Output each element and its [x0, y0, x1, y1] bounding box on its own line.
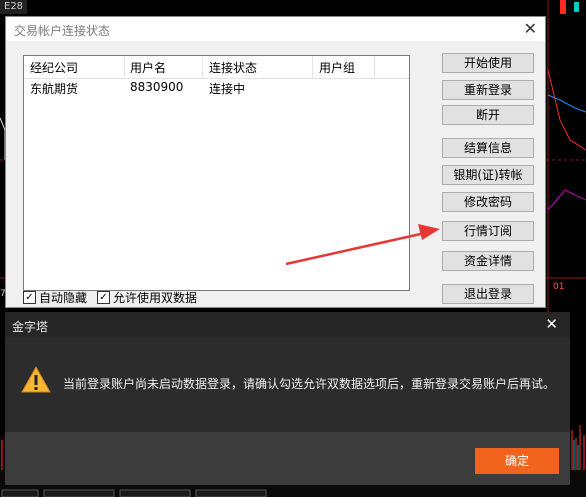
cell-broker: 东航期货	[30, 82, 79, 96]
dialog-titlebar: 交易帐户连接状态 ✕	[6, 17, 545, 41]
checkbox-check-icon: ✓	[23, 291, 36, 304]
checkbox-check-icon: ✓	[97, 291, 110, 304]
start-button[interactable]: 开始使用	[442, 53, 534, 73]
column-header-group[interactable]: 用户组	[319, 59, 355, 76]
close-icon[interactable]: ✕	[524, 19, 537, 38]
column-divider[interactable]	[124, 56, 125, 78]
market-subscription-button[interactable]: 行情订阅	[442, 221, 534, 241]
dual-data-checkbox[interactable]: ✓ 允许使用双数据	[97, 289, 197, 306]
close-icon[interactable]: ✕	[545, 315, 558, 333]
fund-details-button[interactable]: 资金详情	[442, 251, 534, 271]
warning-icon	[21, 365, 51, 393]
column-header-status[interactable]: 连接状态	[209, 59, 257, 76]
column-divider[interactable]	[312, 56, 313, 78]
chart-tag-right: 01	[553, 282, 565, 292]
table-header: 经纪公司 用户名 连接状态 用户组	[24, 56, 409, 79]
dialog-title: 交易帐户连接状态	[14, 24, 111, 38]
message-body: 当前登录账户尚未启动数据登录，请确认勾选允许双数据选项后，重新登录交易账户后再试…	[5, 338, 570, 432]
message-dialog: 金字塔 ✕ 当前登录账户尚未启动数据登录，请确认勾选允许双数据选项后，重新登录交…	[5, 312, 570, 485]
table-row[interactable]: 东航期货 8830900 连接中	[24, 79, 409, 97]
change-password-button[interactable]: 修改密码	[442, 192, 534, 212]
message-text: 当前登录账户尚未启动数据登录，请确认勾选允许双数据选项后，重新登录交易账户后再试…	[63, 377, 556, 391]
auto-hide-label: 自动隐藏	[39, 291, 88, 305]
relogin-button[interactable]: 重新登录	[442, 80, 534, 100]
dual-data-label: 允许使用双数据	[113, 291, 198, 305]
cell-status: 连接中	[209, 82, 246, 96]
bank-transfer-button[interactable]: 银期(证)转帐	[442, 165, 534, 185]
column-header-username[interactable]: 用户名	[130, 59, 166, 76]
disconnect-button[interactable]: 断开	[442, 105, 534, 125]
auto-hide-checkbox[interactable]: ✓ 自动隐藏	[23, 289, 87, 306]
account-connection-dialog: 交易帐户连接状态 ✕ 经纪公司 用户名 连接状态 用户组 东航期货 883090…	[5, 16, 546, 308]
cell-username: 8830900	[130, 80, 184, 94]
settlement-info-button[interactable]: 结算信息	[442, 138, 534, 158]
account-table: 经纪公司 用户名 连接状态 用户组 东航期货 8830900 连接中	[23, 55, 410, 291]
message-title: 金字塔	[12, 320, 49, 334]
column-header-broker[interactable]: 经纪公司	[30, 59, 78, 76]
logout-button[interactable]: 退出登录	[442, 284, 534, 304]
column-divider[interactable]	[374, 56, 375, 78]
chart-tag-left: E28	[0, 0, 28, 14]
message-titlebar: 金字塔 ✕	[5, 312, 570, 338]
column-divider[interactable]	[202, 56, 203, 78]
ok-button[interactable]: 确定	[475, 448, 559, 474]
